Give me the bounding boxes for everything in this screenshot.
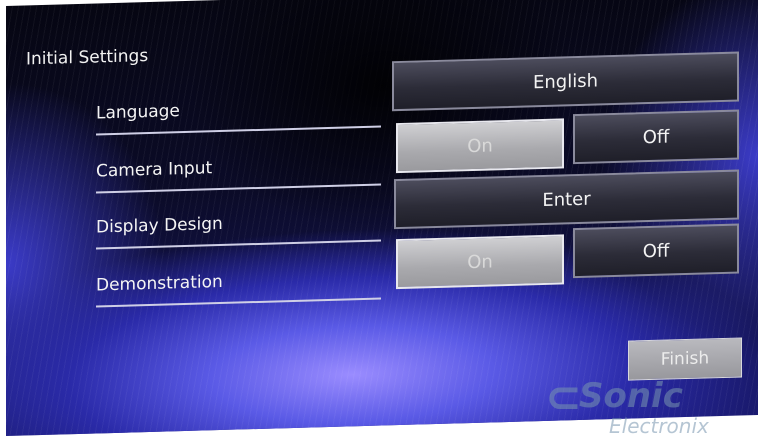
demonstration-on-button[interactable]: On — [396, 234, 564, 290]
watermark-brand: Sonic — [579, 376, 683, 416]
language-button[interactable]: English — [392, 51, 739, 112]
camera-input-on-button[interactable]: On — [396, 118, 564, 174]
display-design-enter-button[interactable]: Enter — [394, 169, 739, 230]
demonstration-off-button[interactable]: Off — [573, 223, 739, 279]
camera-input-off-button[interactable]: Off — [573, 109, 739, 165]
watermark-s-icon: ⊂ — [545, 372, 582, 423]
screen-title: Initial Settings — [26, 46, 149, 70]
watermark-sub: Electronix — [609, 414, 709, 438]
device-screen: Initial Settings Language English Camera… — [6, 0, 758, 436]
watermark-logo: ⊂ Sonic Electronix — [545, 372, 745, 442]
